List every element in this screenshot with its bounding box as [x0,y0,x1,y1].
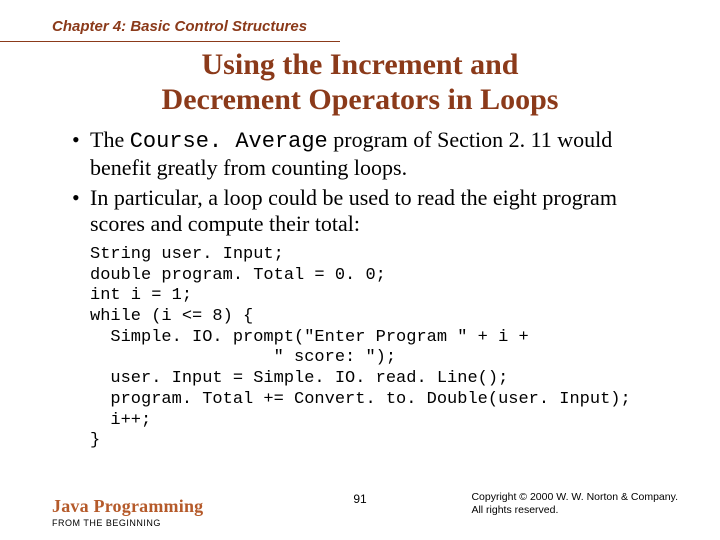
bullet1-pre: The [90,127,130,152]
bullet1-code: Course. Average [130,129,328,154]
footer-brand-block: Java Programming FROM THE BEGINNING [52,496,203,528]
brand-subtitle: FROM THE BEGINNING [52,518,203,528]
bullet-list: The Course. Average program of Section 2… [72,127,668,237]
title-line-2: Decrement Operators in Loops [162,83,559,116]
brand-title: Java Programming [52,496,203,517]
copyright-block: Copyright © 2000 W. W. Norton & Company.… [471,491,678,518]
chapter-header: Chapter 4: Basic Control Structures [0,18,340,42]
slide-title: Using the Increment and Decrement Operat… [40,48,680,117]
bullet-item-2: In particular, a loop could be used to r… [72,185,668,237]
code-block: String user. Input; double program. Tota… [90,245,720,452]
copyright-line-1: Copyright © 2000 W. W. Norton & Company. [471,491,678,505]
page-number: 91 [353,492,366,506]
bullet-item-1: The Course. Average program of Section 2… [72,127,668,181]
slide-footer: Java Programming FROM THE BEGINNING 91 C… [0,480,720,528]
copyright-line-2: All rights reserved. [471,504,678,518]
title-line-1: Using the Increment and [202,48,519,81]
